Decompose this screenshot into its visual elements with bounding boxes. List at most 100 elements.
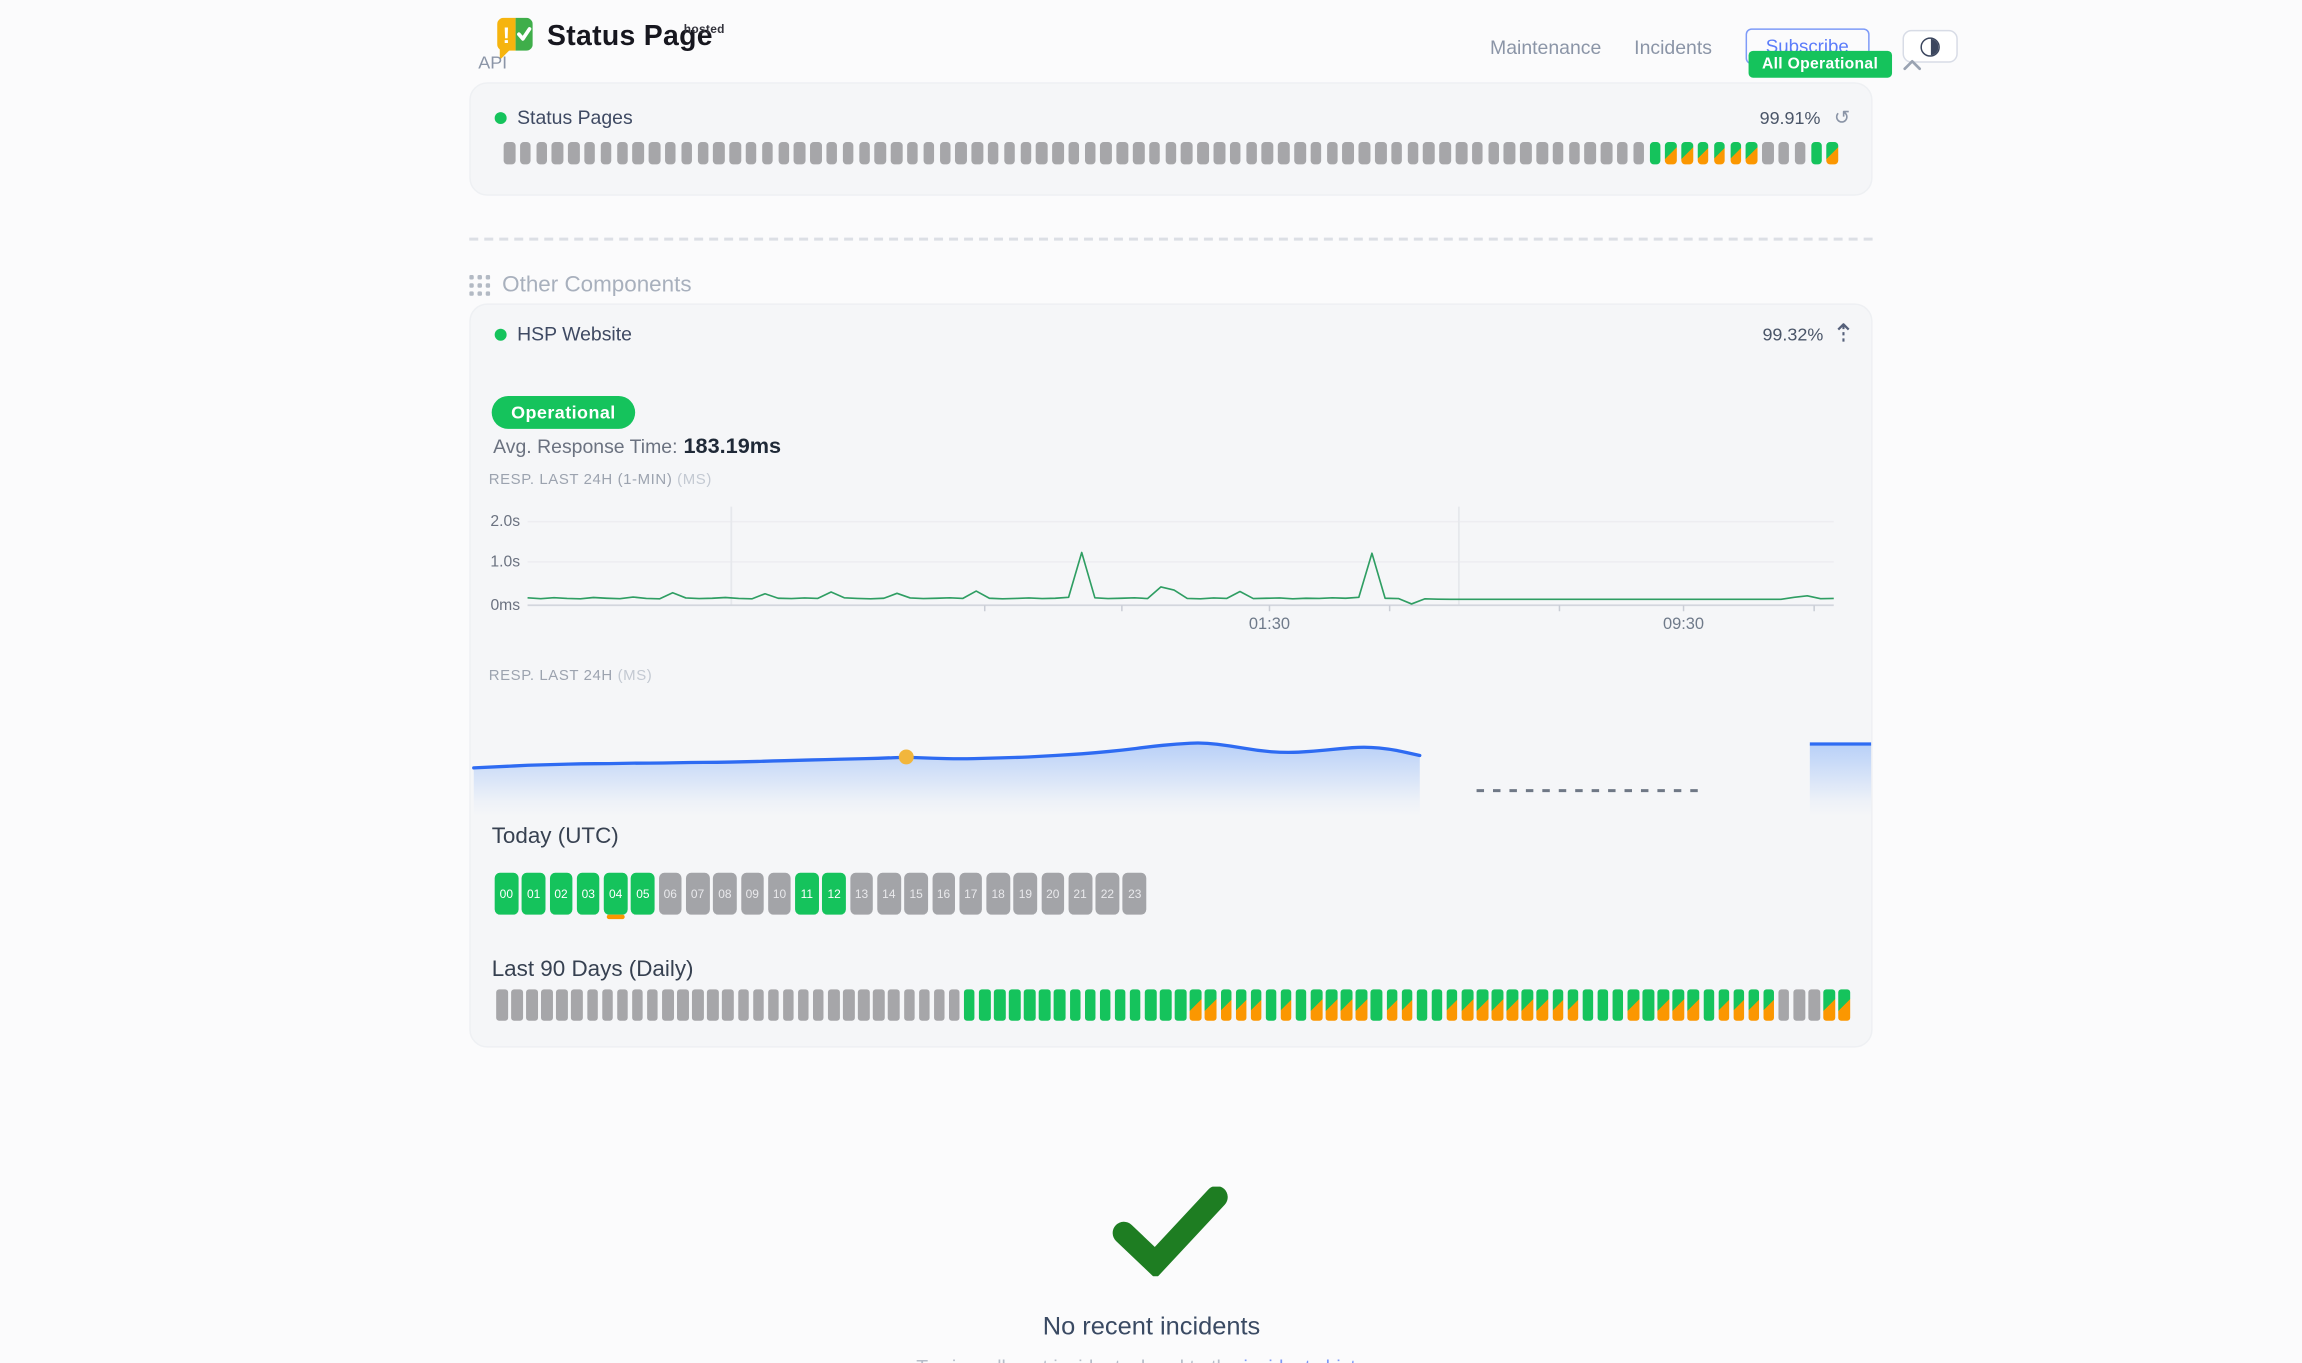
uptime-bar bbox=[1386, 989, 1397, 1020]
uptime-bar bbox=[1601, 142, 1612, 164]
daily-uptime-strip bbox=[496, 989, 1850, 1020]
uptime-bar bbox=[1628, 989, 1639, 1020]
uptime-bar bbox=[552, 142, 563, 164]
uptime-bar bbox=[1658, 989, 1669, 1020]
uptime-bar bbox=[1281, 989, 1292, 1020]
hour-block: 20 bbox=[1041, 873, 1064, 915]
component-name: HSP Website bbox=[517, 323, 632, 345]
overall-status[interactable]: All Operational bbox=[1749, 51, 1922, 78]
uptime-bar bbox=[1520, 142, 1531, 164]
hour-block: 15 bbox=[904, 873, 927, 915]
uptime-bar bbox=[843, 989, 854, 1020]
uptime-bar bbox=[949, 989, 960, 1020]
uptime-bar bbox=[1391, 142, 1402, 164]
uptime-bar bbox=[1101, 142, 1112, 164]
uptime-bar bbox=[988, 142, 999, 164]
component-name: Status Pages bbox=[517, 106, 633, 128]
uptime-bar bbox=[1115, 989, 1126, 1020]
uptime-bar bbox=[907, 142, 918, 164]
uptime-bar bbox=[1827, 142, 1838, 164]
uptime-bar bbox=[1375, 142, 1386, 164]
section-title-api: API bbox=[478, 52, 507, 73]
uptime-bar bbox=[1130, 989, 1141, 1020]
today-title: Today (UTC) bbox=[492, 823, 619, 848]
degraded-marker bbox=[607, 914, 624, 918]
nav-maintenance[interactable]: Maintenance bbox=[1490, 35, 1601, 57]
svg-text:01:30: 01:30 bbox=[1249, 615, 1290, 633]
arrow-up-icon[interactable] bbox=[1837, 323, 1850, 345]
uptime-bar bbox=[520, 142, 531, 164]
uptime-bar bbox=[939, 142, 950, 164]
no-incidents-title: No recent incidents bbox=[0, 1312, 2302, 1342]
nav-incidents[interactable]: Incidents bbox=[1634, 35, 1712, 57]
uptime-bar bbox=[798, 989, 809, 1020]
uptime-bar-strip bbox=[504, 142, 1838, 164]
uptime-bar bbox=[1714, 142, 1725, 164]
uptime-bar bbox=[1278, 142, 1289, 164]
uptime-bar bbox=[557, 989, 568, 1020]
uptime-bar bbox=[1052, 142, 1063, 164]
hour-block: 23 bbox=[1123, 873, 1146, 915]
svg-text:1.0s: 1.0s bbox=[490, 553, 520, 570]
uptime-bar bbox=[923, 142, 934, 164]
uptime-bar bbox=[617, 142, 628, 164]
refresh-icon[interactable]: ↺ bbox=[1834, 108, 1850, 127]
hour-block: 08 bbox=[713, 873, 736, 915]
uptime-bar bbox=[1673, 989, 1684, 1020]
status-badge[interactable]: All Operational bbox=[1749, 51, 1892, 78]
uptime-bar bbox=[1149, 142, 1160, 164]
svg-text:09:30: 09:30 bbox=[1663, 615, 1704, 633]
uptime-bar bbox=[1522, 989, 1533, 1020]
section-title-other: Other Components bbox=[502, 272, 691, 297]
uptime-bar bbox=[888, 989, 899, 1020]
hour-block: 17 bbox=[959, 873, 982, 915]
uptime-bar bbox=[1311, 989, 1322, 1020]
hour-block: 04 bbox=[604, 873, 627, 915]
chevron-up-icon[interactable] bbox=[1902, 58, 1921, 71]
uptime-bar bbox=[1401, 989, 1412, 1020]
uptime-bar bbox=[1567, 989, 1578, 1020]
uptime-bar bbox=[1552, 989, 1563, 1020]
uptime-bar bbox=[722, 989, 733, 1020]
uptime-bar bbox=[1839, 989, 1850, 1020]
uptime-bar bbox=[972, 142, 983, 164]
hsp-website-card: HSP Website 99.32% Operational Avg. Resp… bbox=[469, 303, 1872, 1047]
hour-block: 10 bbox=[768, 873, 791, 915]
uptime-bar bbox=[1597, 989, 1608, 1020]
uptime-bar bbox=[526, 989, 537, 1020]
uptime-bar bbox=[1617, 142, 1628, 164]
uptime-bar bbox=[919, 989, 930, 1020]
uptime-bar bbox=[875, 142, 886, 164]
status-page: ! Status Page hosted Maintenance Inciden… bbox=[0, 0, 2302, 1363]
uptime-bar bbox=[665, 142, 676, 164]
uptime-bar bbox=[1649, 142, 1660, 164]
uptime-bar bbox=[903, 989, 914, 1020]
incidents-history-link[interactable]: incidents history bbox=[1243, 1356, 1381, 1363]
uptime-bar bbox=[587, 989, 598, 1020]
uptime-bar bbox=[1181, 142, 1192, 164]
hour-block: 03 bbox=[577, 873, 600, 915]
uptime-bar bbox=[1220, 989, 1231, 1020]
uptime-bar bbox=[1205, 989, 1216, 1020]
operational-badge: Operational bbox=[492, 396, 635, 429]
uptime-bar bbox=[1778, 989, 1789, 1020]
uptime-bar bbox=[783, 989, 794, 1020]
uptime-bar bbox=[753, 989, 764, 1020]
hour-block: 11 bbox=[795, 873, 818, 915]
uptime-bar bbox=[1569, 142, 1580, 164]
uptime-bar bbox=[1582, 989, 1593, 1020]
avg-response-value: 183.19ms bbox=[683, 435, 781, 459]
uptime-bar bbox=[1230, 142, 1241, 164]
response-time-area-chart bbox=[471, 681, 1874, 818]
uptime-bar bbox=[1763, 989, 1774, 1020]
avg-response-label: Avg. Response Time: bbox=[493, 435, 677, 457]
uptime-bar bbox=[568, 142, 579, 164]
uptime-bar bbox=[1175, 989, 1186, 1020]
chart1-label: RESP. LAST 24H (1-MIN) (MS) bbox=[489, 472, 712, 488]
uptime-bar bbox=[1778, 142, 1789, 164]
uptime-bar bbox=[1456, 142, 1467, 164]
uptime-bar bbox=[1762, 142, 1773, 164]
uptime-bar bbox=[707, 989, 718, 1020]
uptime-bar bbox=[649, 142, 660, 164]
uptime-bar bbox=[1214, 142, 1225, 164]
